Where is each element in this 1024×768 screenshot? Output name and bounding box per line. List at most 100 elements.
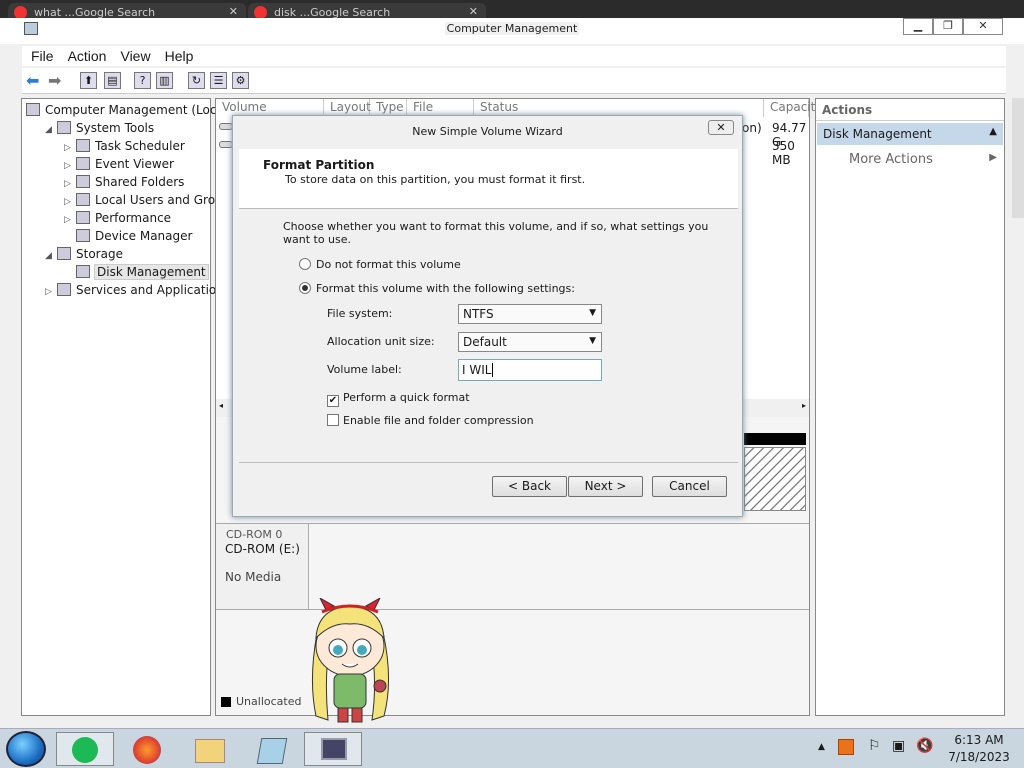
taskbar-app-notepad[interactable] xyxy=(242,732,300,766)
tree-item-label: System Tools xyxy=(76,121,155,135)
radio-icon[interactable] xyxy=(299,258,311,270)
back-arrow-icon[interactable]: ⬅ xyxy=(26,71,39,90)
window-title: Computer Management xyxy=(444,22,580,35)
tree-item[interactable]: Device Manager xyxy=(64,227,192,245)
cancel-button[interactable]: Cancel xyxy=(652,476,727,497)
radio-format[interactable]: Format this volume with the following se… xyxy=(299,282,575,295)
tree-node-icon xyxy=(76,139,90,152)
tree-item[interactable]: Disk Management xyxy=(64,263,209,281)
wizard-title: New Simple Volume Wizard xyxy=(412,125,563,138)
refresh-icon[interactable]: ↻ xyxy=(188,72,205,89)
volume-label-input[interactable]: I WIL xyxy=(458,359,602,381)
tree-node-icon xyxy=(76,157,90,170)
unallocated-bar xyxy=(744,433,806,445)
tree-item[interactable]: ▷ Performance xyxy=(64,209,171,227)
column-header[interactable]: Capacity xyxy=(764,99,822,117)
tree-item[interactable]: ◢ System Tools xyxy=(45,119,154,137)
clock[interactable]: 6:13 AM 7/18/2023 xyxy=(944,733,1014,764)
quick-format-checkbox[interactable]: ✔ Perform a quick format xyxy=(327,391,470,407)
tree-node-icon xyxy=(76,265,90,278)
radio-selected-icon[interactable] xyxy=(299,282,311,294)
properties-icon[interactable]: ☰ xyxy=(210,72,227,89)
more-actions-item[interactable]: More Actions ▶ xyxy=(817,149,1003,171)
tree-node-icon xyxy=(76,175,90,188)
tree-item[interactable]: ▷ Shared Folders xyxy=(64,173,184,191)
settings-icon[interactable]: ⚙ xyxy=(232,72,249,89)
toolbar: ⬅ ➡ ⬆ ▤ ? ▥ ↻ ☰ ⚙ xyxy=(22,68,1006,94)
tray-app-icon[interactable] xyxy=(838,739,854,755)
allocation-unit-select[interactable]: Default ▼ xyxy=(458,332,602,352)
maximize-button[interactable]: ❐ xyxy=(933,18,963,35)
collapsed-arrow-icon[interactable]: ▷ xyxy=(45,283,57,301)
title-bar: Computer Management ▁ ❐ ✕ xyxy=(0,18,1024,44)
wizard-body: Choose whether you want to format this v… xyxy=(239,209,738,464)
cdrom-media: No Media xyxy=(225,570,282,584)
taskbar-app-explorer[interactable] xyxy=(180,732,238,766)
checkbox-checked-icon[interactable]: ✔ xyxy=(327,395,339,407)
volume-muted-icon[interactable]: 🔇 xyxy=(916,738,933,754)
more-actions-label: More Actions xyxy=(849,152,933,167)
compression-checkbox[interactable]: Enable file and folder compression xyxy=(327,414,534,427)
close-icon[interactable]: ✕ xyxy=(229,5,238,18)
close-button[interactable]: ✕ xyxy=(963,18,1003,35)
legend-swatch xyxy=(221,697,231,707)
scroll-right-icon[interactable]: ▸ xyxy=(802,401,806,410)
actions-section-disk-management[interactable]: Disk Management ▲ xyxy=(817,123,1003,145)
computer-icon xyxy=(321,738,347,760)
tree-item-label: Storage xyxy=(76,247,123,261)
tree-item[interactable]: ◢ Storage xyxy=(45,245,123,263)
unallocated-region[interactable] xyxy=(744,447,806,511)
tree-item[interactable]: ▷ Event Viewer xyxy=(64,155,174,173)
window-scrollbar[interactable] xyxy=(1012,98,1024,218)
actions-pane: Actions Disk Management ▲ More Actions ▶ xyxy=(815,98,1005,716)
network-icon[interactable]: ▣ xyxy=(892,738,905,754)
cdrom-title: CD-ROM 0 xyxy=(226,528,283,541)
tree-item-label: Performance xyxy=(95,211,172,225)
capacity-value: 350 MB xyxy=(772,139,795,167)
taskbar-app-notes[interactable] xyxy=(56,732,114,766)
help-icon[interactable]: ? xyxy=(134,72,151,89)
up-folder-icon[interactable]: ⬆ xyxy=(80,72,97,89)
action-center-flag-icon[interactable]: ⚐ xyxy=(868,738,881,754)
taskbar-app-firefox[interactable] xyxy=(118,732,176,766)
file-system-select[interactable]: NTFS ▼ xyxy=(458,304,602,324)
expanded-arrow-icon[interactable]: ◢ xyxy=(45,121,57,139)
tree-node-icon xyxy=(57,247,71,260)
tree-item[interactable]: ▷ Task Scheduler xyxy=(64,137,185,155)
tree-item[interactable]: Computer Management (Local) xyxy=(26,101,232,119)
drive-icon xyxy=(219,123,233,130)
tree-item-label: Disk Management xyxy=(94,264,209,280)
tree-item-label: Task Scheduler xyxy=(95,139,185,153)
wizard-close-button[interactable]: ✕ xyxy=(708,120,734,135)
cdrom-info[interactable]: CD-ROM 0 CD-ROM (E:) No Media xyxy=(216,524,309,609)
close-icon[interactable]: ✕ xyxy=(469,5,478,18)
file-system-label: File system: xyxy=(327,307,393,320)
menu-help[interactable]: Help xyxy=(165,46,194,64)
tree-node-icon xyxy=(76,211,90,224)
checkbox-label: Perform a quick format xyxy=(343,391,470,404)
checkbox-icon[interactable] xyxy=(327,414,339,426)
tree-node-icon xyxy=(26,103,40,116)
menu-view[interactable]: View xyxy=(120,46,150,64)
start-button[interactable] xyxy=(6,731,46,767)
tree-item[interactable]: ▷ Services and Applications xyxy=(45,281,230,299)
back-button[interactable]: < Back xyxy=(492,476,567,497)
wizard-subheading: To store data on this partition, you mus… xyxy=(285,173,586,186)
next-button[interactable]: Next > xyxy=(568,476,643,497)
taskbar-app-computer-management[interactable] xyxy=(304,732,362,766)
collapse-icon[interactable]: ▲ xyxy=(989,126,997,137)
expanded-arrow-icon[interactable]: ◢ xyxy=(45,247,57,265)
tray-expand-icon[interactable]: ▲ xyxy=(818,742,825,752)
notepad-icon xyxy=(256,738,288,764)
menu-action[interactable]: Action xyxy=(68,46,107,64)
tree-item[interactable]: ▷ Local Users and Groups xyxy=(64,191,237,209)
show-hide-tree-icon[interactable]: ▤ xyxy=(104,72,121,89)
action-pane-icon[interactable]: ▥ xyxy=(156,72,173,89)
menu-file[interactable]: File xyxy=(31,46,54,64)
minimize-button[interactable]: ▁ xyxy=(903,18,933,35)
forward-arrow-icon[interactable]: ➡ xyxy=(48,71,61,90)
scroll-left-icon[interactable]: ◂ xyxy=(219,401,223,410)
radio-do-not-format[interactable]: Do not format this volume xyxy=(299,258,461,271)
actions-section-label: Disk Management xyxy=(823,127,932,141)
navigation-tree: Computer Management (Local) ◢ System Tools… xyxy=(21,98,237,716)
